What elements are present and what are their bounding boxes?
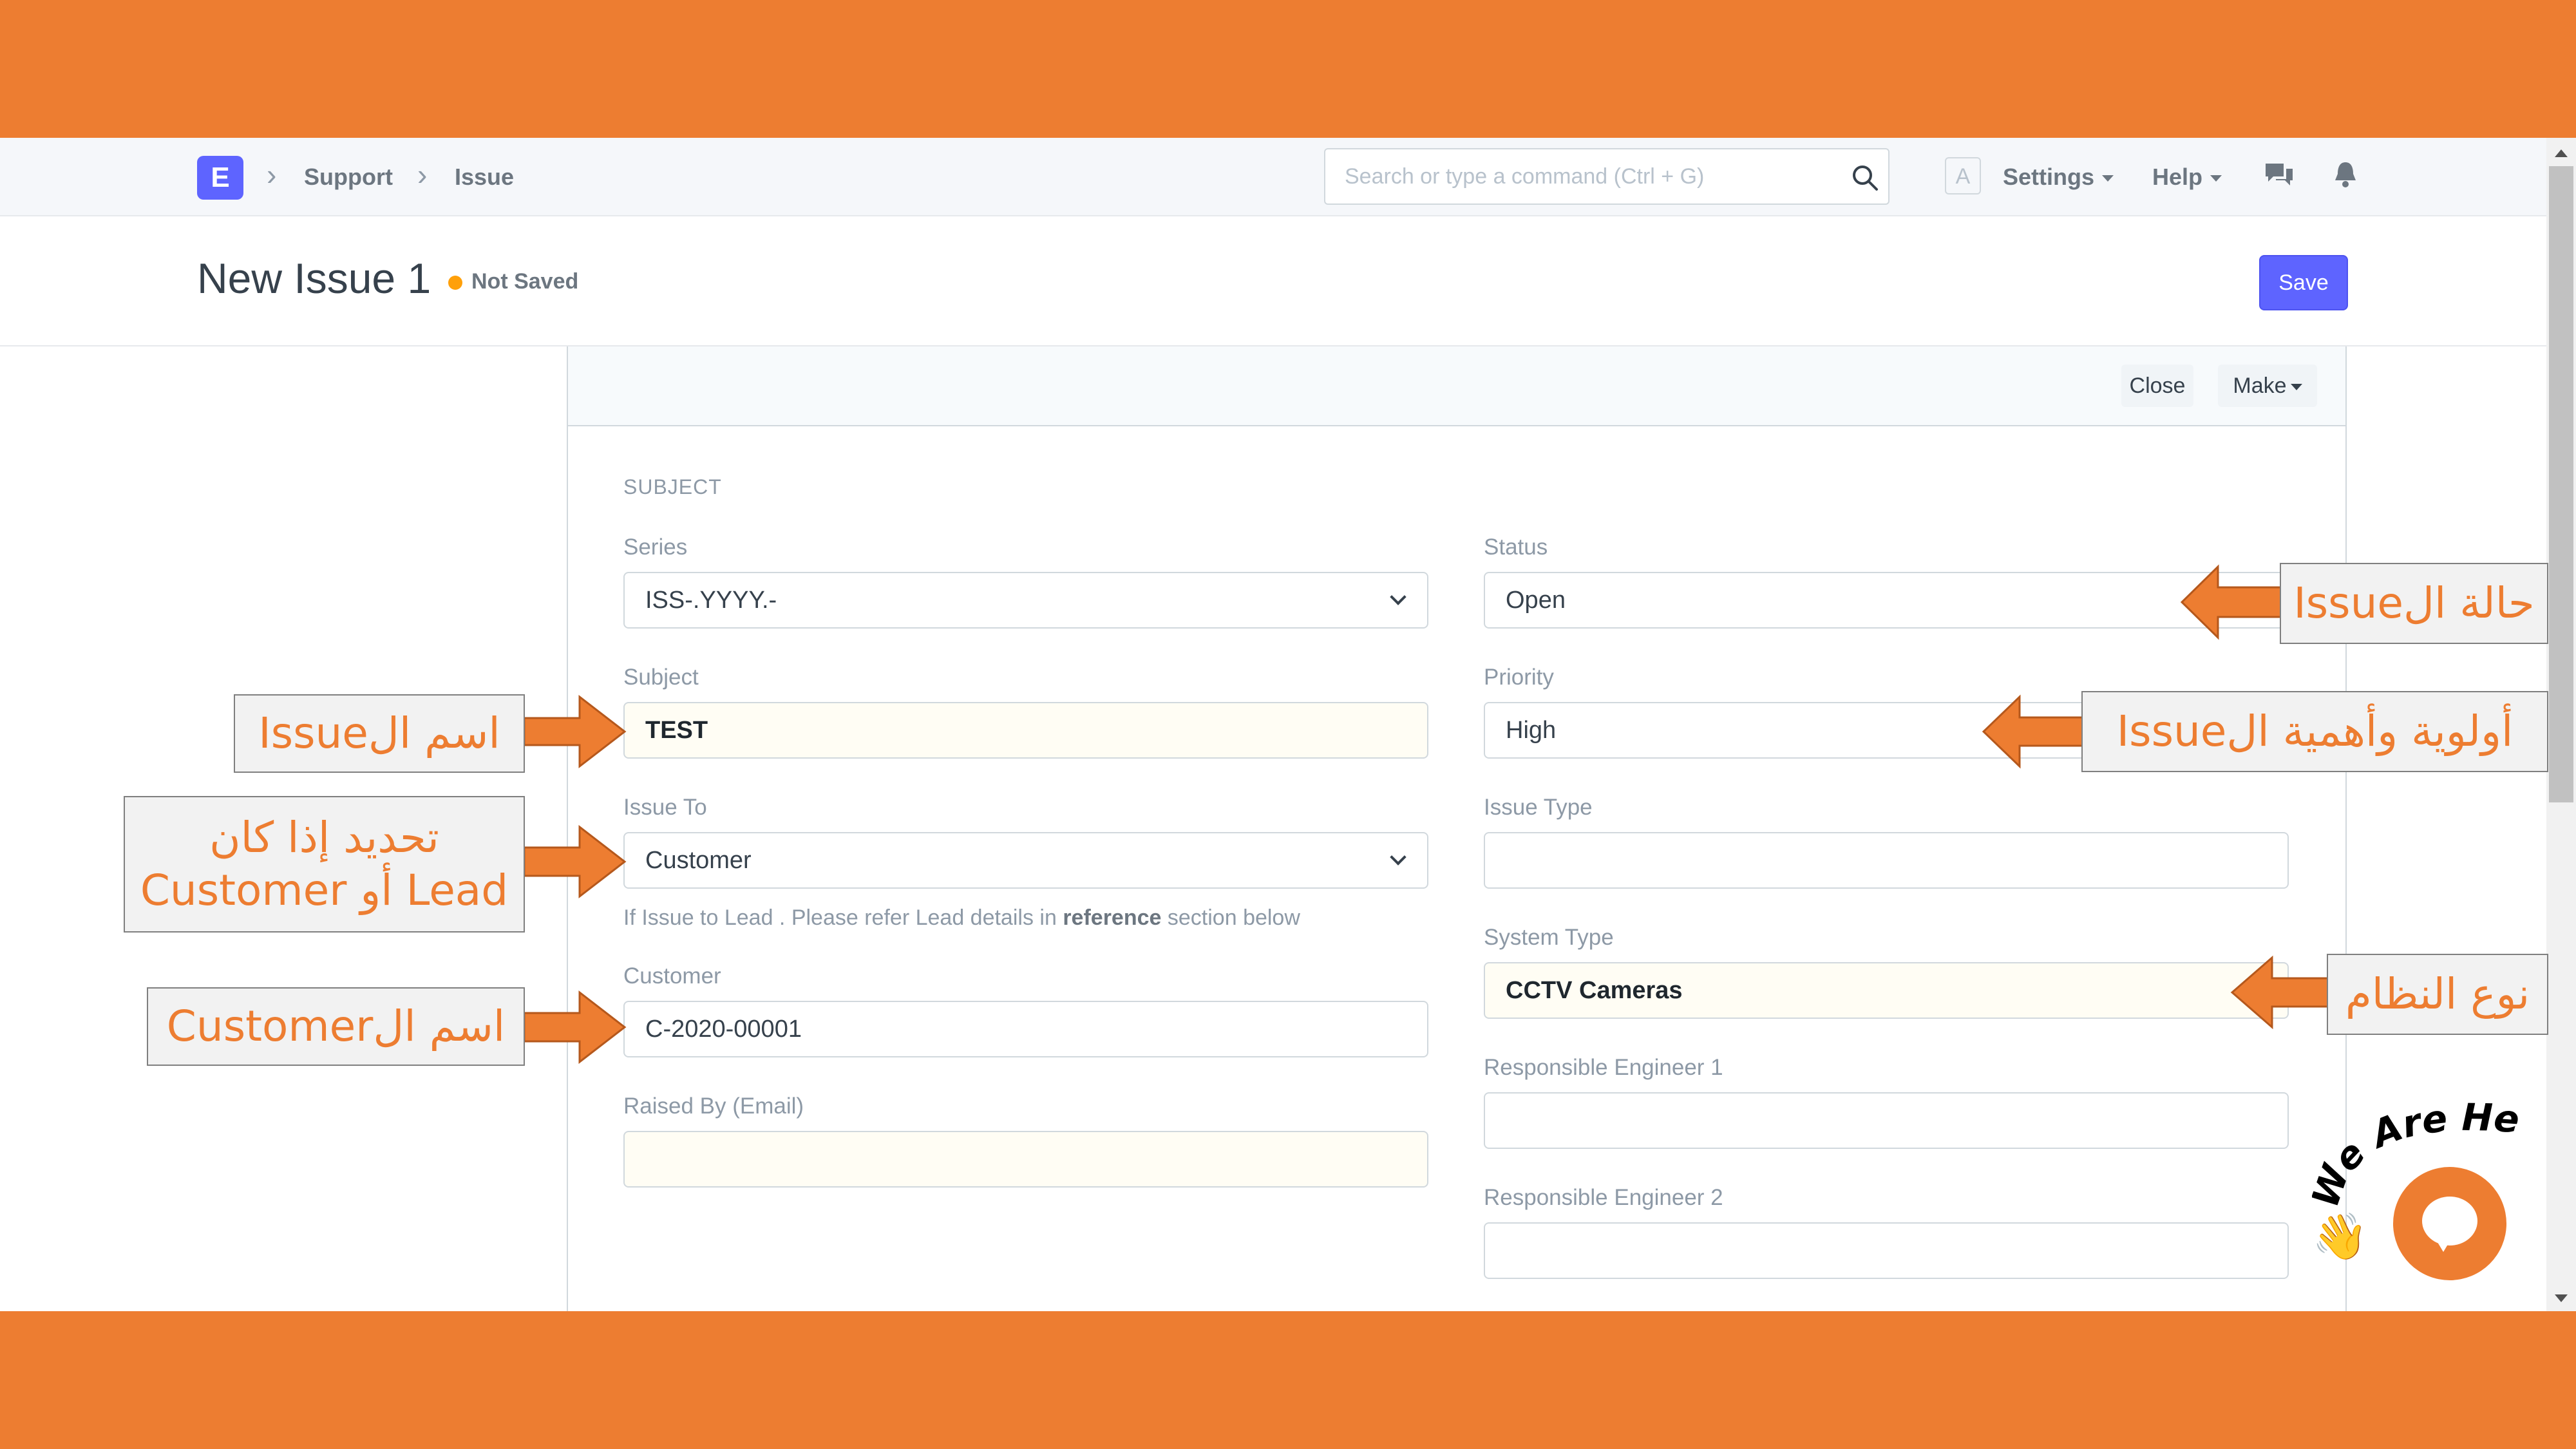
callout-issue-to: تحديد إذا كان Lead أو Customer <box>124 796 525 933</box>
callout-customer-name-text: اسم الCustomer <box>166 1001 506 1051</box>
callout-system-type: نوع النظام <box>2327 954 2548 1035</box>
callout-issue-to-line-1: تحديد إذا كان <box>209 812 439 862</box>
callout-status-text: حالة الIssue <box>2293 578 2535 628</box>
chat-bubble-icon <box>2422 1197 2477 1245</box>
arrow-to-system-type <box>2230 955 2329 1030</box>
chat-launcher-button[interactable] <box>2393 1167 2506 1280</box>
callout-system-type-text: نوع النظام <box>2345 969 2530 1019</box>
arrow-to-status <box>2180 564 2282 640</box>
callout-status: حالة الIssue <box>2280 563 2548 644</box>
callout-priority-text: أولوية وأهمية الIssue <box>2116 706 2514 756</box>
chat-bubble-tail <box>2436 1239 2451 1252</box>
callout-issue-name-text: اسم الIssue <box>258 708 500 758</box>
arrow-to-issue-to <box>523 824 627 899</box>
arrow-to-subject <box>523 694 627 769</box>
arrow-to-customer <box>523 990 627 1065</box>
waving-hand-icon: 👋 <box>2312 1211 2369 1262</box>
callout-priority: أولوية وأهمية الIssue <box>2081 691 2548 772</box>
callout-customer-name: اسم الCustomer <box>147 987 525 1066</box>
callout-issue-name: اسم الIssue <box>234 694 525 773</box>
callout-issue-to-line-2: Lead أو Customer <box>140 866 509 915</box>
arrow-to-priority <box>1982 694 2084 769</box>
